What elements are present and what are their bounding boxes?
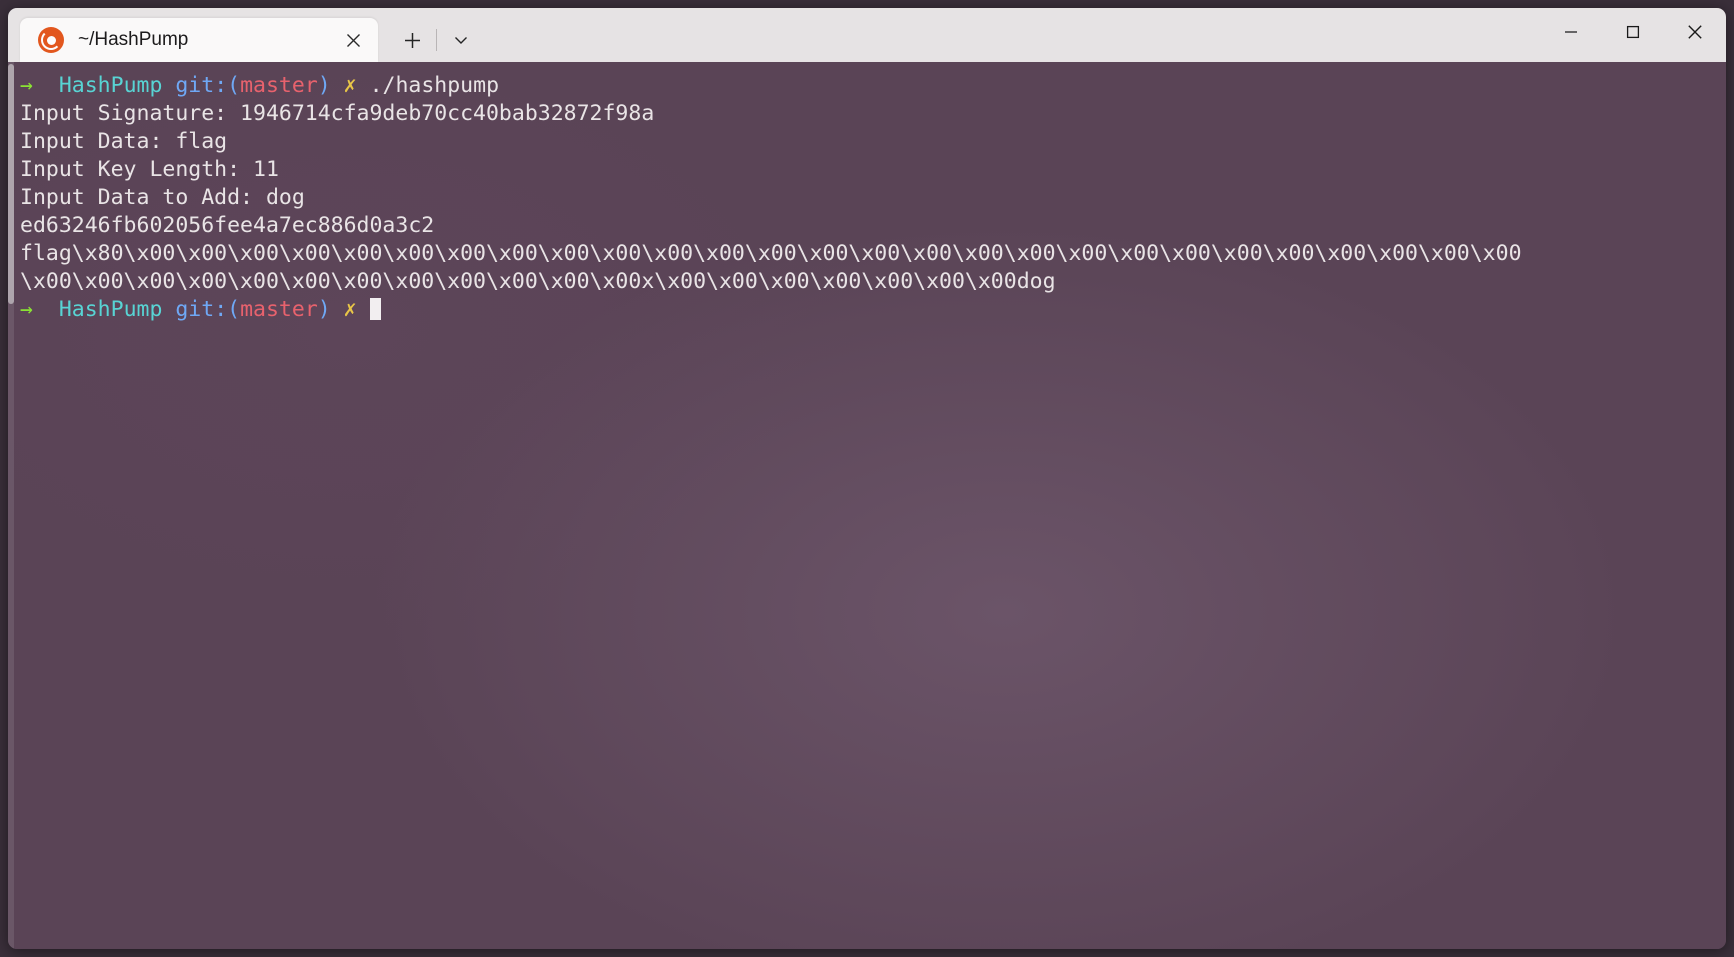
text-cursor [369,298,381,320]
prompt-arrow-icon: → [20,73,33,98]
prompt-status-mark: ✗ [343,73,357,98]
prompt-branch: master [240,73,318,98]
maximize-button[interactable] [1602,8,1664,56]
prompt-git-open-active: git:( [175,297,241,322]
terminal-scrollbar[interactable] [8,62,14,949]
terminal-output-area[interactable]: → HashPump git:(master) ✗ ./hashpump Inp… [8,62,1726,949]
output-line-signature: Input Signature: 1946714cfa9deb70cc40bab… [20,101,655,126]
minimize-button[interactable] [1540,8,1602,56]
prompt-path-active: HashPump [58,297,163,322]
scrollbar-thumb[interactable] [8,64,14,304]
title-bar: ~/HashPump [8,8,1726,62]
terminal-window: ~/HashPump → HashPump git:(master) ✗ ./h… [8,8,1726,949]
close-tab-icon[interactable] [338,25,368,55]
output-line-data: Input Data: flag [20,129,228,154]
prompt-line-command: → HashPump git:(master) ✗ ./hashpump [20,72,1726,100]
terminal-command: ./hashpump [369,73,500,98]
ubuntu-logo-icon [38,27,64,53]
prompt-line-active: → HashPump git:(master) ✗ [20,296,1726,324]
prompt-git-close-active: ) [317,297,331,322]
window-controls [1540,8,1726,62]
prompt-git-open: git:( [175,73,241,98]
prompt-arrow-icon-active: → [20,297,33,322]
prompt-path: HashPump [58,73,163,98]
tab-hashpump[interactable]: ~/HashPump [20,18,378,62]
output-line-payload-part1: flag\x80\x00\x00\x00\x00\x00\x00\x00\x00… [20,241,1522,266]
chevron-down-icon[interactable] [441,18,481,62]
output-line-payload-part2: \x00\x00\x00\x00\x00\x00\x00\x00\x00\x00… [20,269,1056,294]
prompt-git-close: ) [317,73,331,98]
prompt-status-mark-active: ✗ [343,297,357,322]
output-line-data-to-add: Input Data to Add: dog [20,185,305,210]
close-window-button[interactable] [1664,8,1726,56]
tab-title: ~/HashPump [78,29,189,50]
output-line-key-length: Input Key Length: 11 [20,157,279,182]
output-line-digest: ed63246fb602056fee4a7ec886d0a3c2 [20,213,435,238]
new-tab-button[interactable] [392,18,432,62]
tab-strip: ~/HashPump [8,8,481,62]
toolbar-divider [436,29,437,51]
prompt-branch-active: master [240,297,318,322]
